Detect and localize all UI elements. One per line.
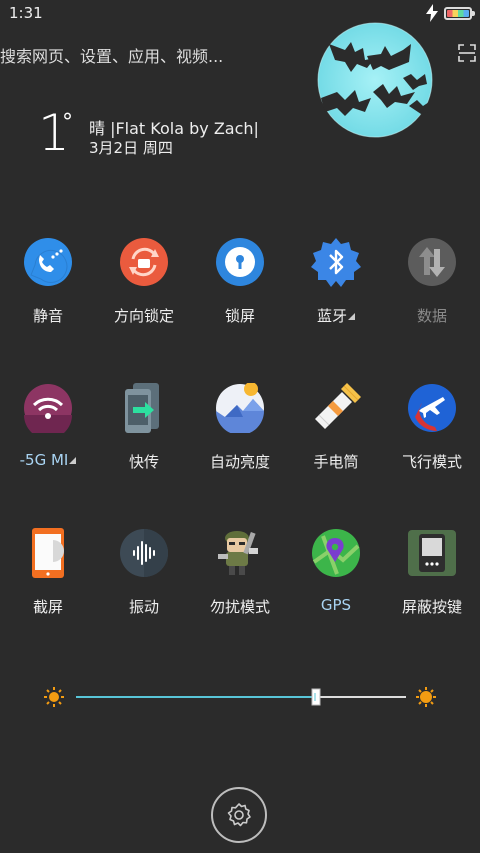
tile-lock-screen[interactable]: 锁屏 bbox=[192, 237, 288, 347]
tile-label-text: 蓝牙 bbox=[316, 307, 347, 325]
battery-icon bbox=[444, 6, 475, 20]
tile-label: 静音 bbox=[32, 307, 63, 325]
flashlight-icon bbox=[315, 383, 361, 429]
gps-icon bbox=[312, 529, 360, 577]
weather-condition: 晴 |Flat Kola by Zach| bbox=[89, 119, 259, 138]
brightness-slider-fill bbox=[76, 696, 317, 698]
tile-auto-brightness[interactable]: 自动亮度 bbox=[192, 383, 288, 493]
expand-triangle-icon bbox=[348, 313, 355, 320]
tile-airplane-mode[interactable]: 飞行模式 bbox=[384, 383, 480, 493]
weather-date: 3月2日 周四 bbox=[89, 139, 173, 157]
tile-label: 自动亮度 bbox=[209, 453, 270, 471]
screenshot-icon bbox=[32, 528, 64, 578]
tile-gps[interactable]: GPS bbox=[288, 528, 384, 638]
tile-label: 飞行模式 bbox=[401, 453, 462, 471]
mobile-data-icon bbox=[408, 238, 456, 286]
tile-label: 勿扰模式 bbox=[209, 598, 270, 616]
tile-label: 锁屏 bbox=[224, 307, 255, 325]
vibration-icon bbox=[120, 529, 168, 577]
degree-symbol: ° bbox=[62, 110, 73, 135]
block-keys-icon bbox=[408, 530, 456, 576]
auto-brightness-icon bbox=[216, 383, 264, 433]
brightness-slider[interactable] bbox=[76, 688, 406, 706]
tile-label: 截屏 bbox=[32, 598, 63, 616]
settings-button[interactable] bbox=[211, 787, 267, 843]
tile-block-keys[interactable]: 屏蔽按键 bbox=[384, 528, 480, 638]
tile-mobile-data[interactable]: 数据 bbox=[384, 237, 480, 347]
gear-icon bbox=[227, 803, 251, 827]
quick-transfer-icon bbox=[125, 383, 159, 433]
tile-label: 数据 bbox=[416, 307, 447, 325]
tile-label: 蓝牙 bbox=[288, 305, 384, 326]
brightness-low-icon bbox=[44, 687, 64, 707]
lock-screen-icon bbox=[216, 238, 264, 286]
tile-silent[interactable]: 静音 bbox=[0, 237, 96, 347]
tile-flashlight[interactable]: 手电筒 bbox=[288, 383, 384, 493]
tile-rotation-lock[interactable]: 方向锁定 bbox=[96, 237, 192, 347]
moon-bats-widget bbox=[317, 22, 433, 138]
tile-label: GPS bbox=[320, 596, 352, 614]
tile-label: -5G MI bbox=[0, 451, 96, 469]
airplane-mode-icon bbox=[408, 384, 456, 432]
tile-do-not-disturb[interactable]: 勿扰模式 bbox=[192, 528, 288, 638]
tile-vibration[interactable]: 振动 bbox=[96, 528, 192, 638]
phone-vibrate-icon bbox=[24, 238, 72, 286]
status-time: 1:31 bbox=[9, 4, 43, 22]
tile-bluetooth[interactable]: 蓝牙 bbox=[288, 237, 384, 347]
scan-icon[interactable] bbox=[458, 44, 476, 62]
do-not-disturb-icon bbox=[218, 531, 258, 575]
tile-wifi[interactable]: -5G MI bbox=[0, 383, 96, 493]
expand-triangle-icon bbox=[69, 457, 77, 464]
tile-quick-transfer[interactable]: 快传 bbox=[96, 383, 192, 493]
tile-label-text: -5G MI bbox=[19, 451, 69, 469]
wifi-icon bbox=[24, 384, 72, 433]
tile-label: 屏蔽按键 bbox=[401, 598, 462, 616]
brightness-control bbox=[0, 680, 480, 714]
bluetooth-icon bbox=[311, 238, 361, 287]
search-bar[interactable]: 搜索网页、设置、应用、视频... bbox=[0, 43, 223, 67]
tile-label: 方向锁定 bbox=[113, 307, 174, 325]
brightness-slider-thumb[interactable] bbox=[311, 688, 323, 706]
tile-label: 快传 bbox=[128, 453, 159, 471]
tile-label: 振动 bbox=[128, 598, 159, 616]
brightness-high-icon bbox=[416, 687, 436, 707]
tile-label: 手电筒 bbox=[313, 453, 359, 471]
battery-level-fill bbox=[447, 9, 469, 17]
tile-screenshot[interactable]: 截屏 bbox=[0, 528, 96, 638]
rotation-lock-icon bbox=[120, 238, 168, 286]
